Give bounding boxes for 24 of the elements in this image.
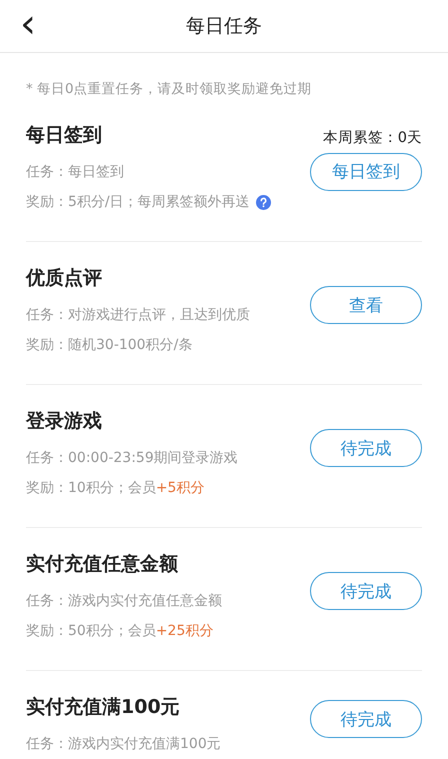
task-action-button[interactable]: 查看 [310, 286, 422, 324]
page-title: 每日任务 [186, 14, 262, 39]
reward-text: 奖励：10积分；会员+5积分 [26, 479, 204, 498]
task-action-button[interactable]: 待完成 [310, 572, 422, 610]
task-description: 任务：每日签到 [26, 163, 124, 182]
task-title: 优质点评 [26, 266, 103, 291]
task-action-button[interactable]: 待完成 [310, 429, 422, 467]
weekly-checkin-count: 本周累签：0天 [322, 128, 422, 146]
task-title: 每日签到 [26, 123, 103, 148]
task-description: 任务：00:00-23:59期间登录游戏 [26, 449, 238, 468]
task-description: 任务：游戏内实付充值满100元 [26, 735, 221, 754]
task-description: 任务：对游戏进行点评，且达到优质 [26, 306, 250, 325]
reward-text: 奖励：50积分；会员+25积分 [26, 622, 214, 641]
task-action-button[interactable]: 每日签到 [310, 152, 422, 190]
reset-note: * 每日0点重置任务，请及时领取奖励避免过期 [25, 80, 313, 99]
help-icon[interactable] [256, 194, 271, 210]
back-button[interactable]: ‹ [14, 6, 42, 42]
reward-text: 奖励：5积分/日；每周累签额外再送 [26, 193, 250, 212]
reward-text: 奖励：随机30-100积分/条 [26, 336, 192, 355]
task-description: 任务：游戏内实付充值任意金额 [26, 592, 222, 611]
task-title: 实付充值满100元 [26, 695, 181, 720]
task-title: 登录游戏 [26, 409, 103, 434]
task-title: 实付充值任意金额 [26, 552, 179, 577]
task-action-button[interactable]: 待完成 [310, 700, 422, 738]
